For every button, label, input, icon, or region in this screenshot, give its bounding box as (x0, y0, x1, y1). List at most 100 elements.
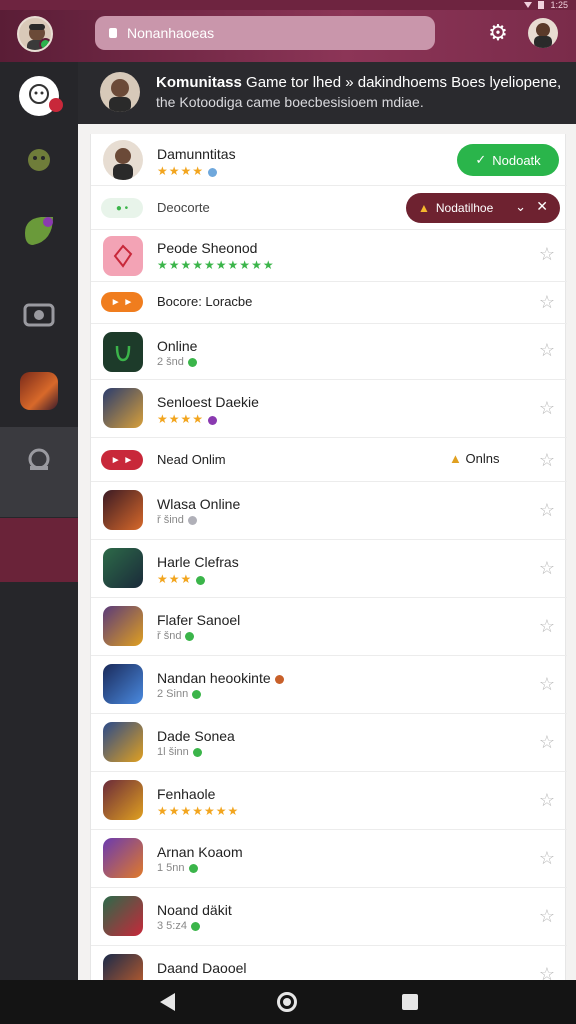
favorite-star-icon[interactable]: ☆ (539, 790, 555, 811)
favorite-star-icon[interactable]: ☆ (539, 732, 555, 753)
item-name: Peode Sheonod (157, 240, 258, 256)
list-item-filter[interactable]: ● • Deocorte ▲ Nodatilhoe ⌄ ✕ (91, 186, 567, 230)
item-name: Flafer Sanoel (157, 612, 241, 628)
app-icon (103, 664, 143, 704)
favorite-star-icon[interactable]: ☆ (539, 292, 555, 313)
home-icon[interactable] (277, 992, 297, 1012)
app-icon (103, 896, 143, 936)
list-item[interactable]: ► ► Nead Onlim ▲ Onlns ☆ (91, 438, 567, 482)
favorite-star-icon[interactable]: ☆ (539, 964, 555, 980)
app-icon (103, 332, 143, 372)
status-bar: 1:25 (0, 0, 576, 10)
list-item[interactable]: Daand Daooel ☆ (91, 946, 567, 980)
app-icon (103, 606, 143, 646)
rail-item-messages[interactable] (0, 67, 78, 125)
rail-item-media[interactable] (0, 285, 78, 343)
list-item[interactable]: Harle Clefras ★★★ ☆ (91, 540, 567, 598)
favorite-star-icon[interactable]: ☆ (539, 558, 555, 579)
rail-item-community[interactable] (0, 132, 78, 190)
item-meta: 3 5:z4 (157, 920, 200, 932)
leaf-icon (25, 217, 53, 245)
app-icon (103, 548, 143, 588)
community-title: Komunitass Game tor lhed » dakindhoems B… (156, 74, 562, 91)
user-avatar[interactable] (528, 18, 558, 48)
item-rating: ★★★★★★★★★★ (157, 258, 275, 272)
profile-avatar[interactable] (17, 16, 53, 52)
favorite-star-icon[interactable]: ☆ (539, 398, 555, 419)
system-nav-bar (0, 980, 576, 1024)
creature-icon (28, 149, 50, 171)
rail-item-games[interactable] (0, 202, 78, 260)
item-meta: 2 šnd (157, 356, 197, 368)
list-item[interactable]: Online 2 šnd ☆ (91, 324, 567, 380)
community-header: Komunitass Game tor lhed » dakindhoems B… (78, 62, 576, 124)
filter-label: Deocorte (157, 200, 210, 215)
community-avatar[interactable] (100, 72, 140, 112)
favorite-star-icon[interactable]: ☆ (539, 906, 555, 927)
side-rail (0, 62, 78, 980)
tag-icon: ✓ (475, 152, 487, 167)
recents-icon[interactable] (402, 994, 418, 1010)
list-item[interactable]: Arnan Koaom 1 5nn ☆ (91, 830, 567, 888)
filter-chip[interactable]: ● • (101, 198, 143, 218)
search-bar[interactable]: Nonanhaoeas (95, 16, 435, 50)
notification-chip[interactable]: ▲ Nodatilhoe ⌄ ✕ (406, 193, 560, 223)
avatar-icon (534, 23, 552, 48)
category-tag: ► ► (101, 292, 143, 312)
app-icon (103, 838, 143, 878)
item-rating: ★★★★★★★ (157, 804, 240, 818)
list-item[interactable]: ► ► Bocore: Loracbe ☆ (91, 282, 567, 324)
list-item[interactable]: Fenhaole ★★★★★★★ ☆ (91, 772, 567, 830)
search-placeholder: Nonanhaoeas (127, 25, 215, 41)
rail-item-game-hero[interactable] (0, 362, 78, 420)
item-meta: 1l šinn (157, 746, 202, 758)
item-name: Nandan heookinte (157, 670, 284, 686)
close-icon[interactable]: ✕ (536, 198, 548, 215)
app-icon (103, 722, 143, 762)
item-meta: 2 Sinn (157, 688, 202, 700)
list-item-top[interactable]: Damunntitas ★★★★ ✓ Nodoatk (91, 134, 567, 186)
list-item[interactable]: Senloest Daekie ★★★★ ☆ (91, 380, 567, 438)
app-icon (103, 954, 143, 980)
favorite-star-icon[interactable]: ☆ (539, 848, 555, 869)
app-icon (103, 490, 143, 530)
favorite-star-icon[interactable]: ☆ (539, 340, 555, 361)
item-name: Arnan Koaom (157, 844, 243, 860)
item-name: Fenhaole (157, 786, 216, 802)
item-name: Nead Onlim (157, 452, 226, 467)
item-meta: 1 5nn (157, 862, 198, 874)
list-item[interactable]: Noand däkit 3 5:z4 ☆ (91, 888, 567, 946)
warning-icon: ▲ (418, 201, 430, 215)
favorite-star-icon[interactable]: ☆ (539, 674, 555, 695)
app-icon (103, 780, 143, 820)
camera-icon (23, 303, 55, 327)
app-icon (103, 388, 143, 428)
favorite-star-icon[interactable]: ☆ (539, 500, 555, 521)
list-item[interactable]: Peode Sheonod ★★★★★★★★★★ ☆ (91, 230, 567, 282)
item-name: Online (157, 338, 198, 354)
item-name: Harle Clefras (157, 554, 239, 570)
list-item[interactable]: Flafer Sanoel ř šnd ☆ (91, 598, 567, 656)
item-name: Bocore: Loracbe (157, 294, 253, 309)
item-rating: ★★★ (157, 572, 206, 586)
chevron-down-icon[interactable]: ⌄ (515, 199, 526, 215)
avatar-icon (109, 79, 131, 112)
item-name: Daand Daooel (157, 960, 247, 976)
list-item[interactable]: Nandan heookinte 2 Sinn ☆ (91, 656, 567, 714)
content-area: Damunntitas ★★★★ ✓ Nodoatk ● • Deocorte … (78, 124, 576, 980)
battery-icon (538, 1, 545, 9)
category-tag: ► ► (101, 450, 143, 470)
notification-button[interactable]: ✓ Nodoatk (457, 144, 559, 176)
online-status: ▲ Onlns (449, 451, 500, 466)
item-name: Senloest Daekie (157, 394, 259, 410)
list-item[interactable]: Dade Sonea 1l šinn ☆ (91, 714, 567, 772)
favorite-star-icon[interactable]: ☆ (539, 450, 555, 471)
favorite-star-icon[interactable]: ☆ (539, 616, 555, 637)
gear-icon[interactable]: ⚙ (486, 21, 510, 45)
rail-item-explore[interactable] (0, 430, 78, 488)
badge-icon (49, 98, 63, 112)
app-icon (103, 236, 143, 276)
list-item[interactable]: Wlasa Online ř šind ☆ (91, 482, 567, 540)
favorite-star-icon[interactable]: ☆ (539, 244, 555, 265)
back-icon[interactable] (160, 993, 175, 1011)
